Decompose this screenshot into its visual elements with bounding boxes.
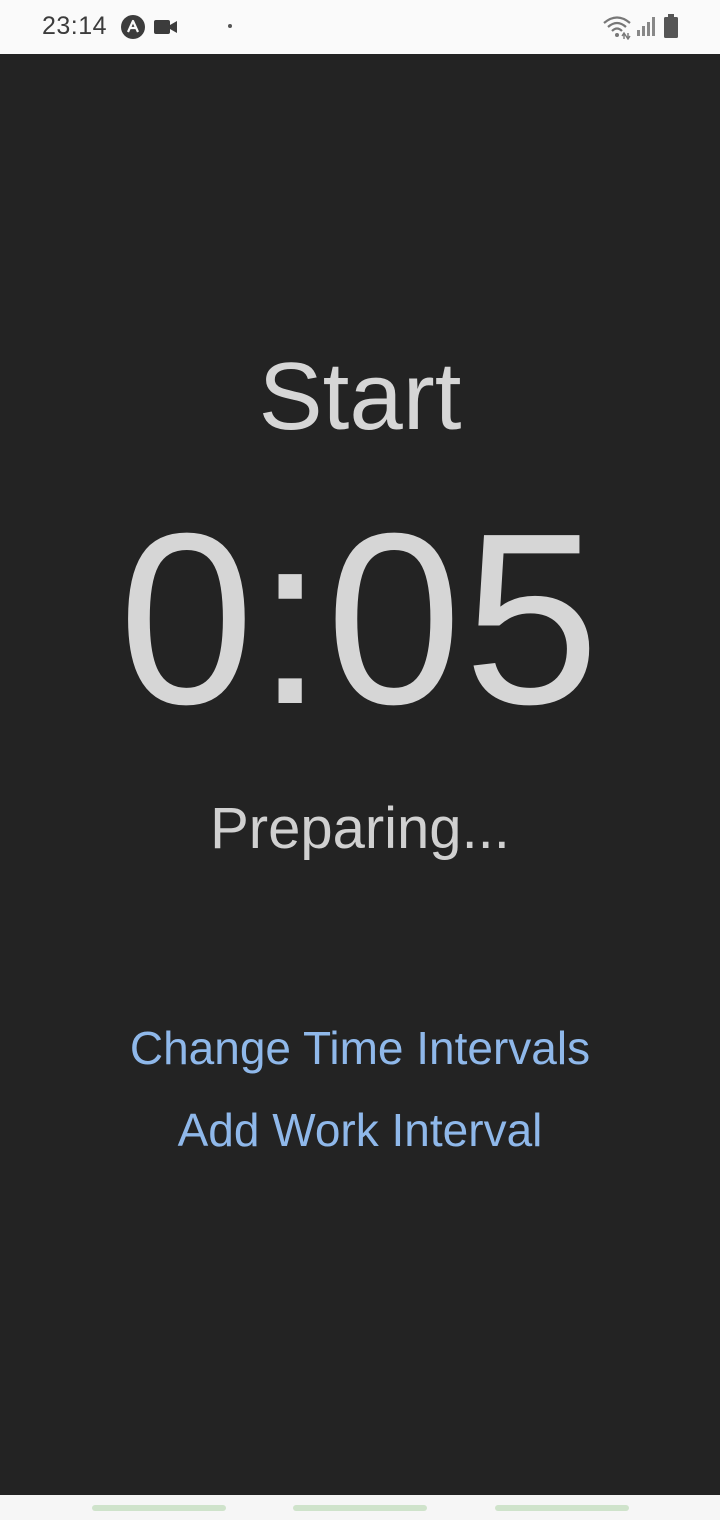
battery-icon [664,14,678,38]
video-camera-icon [154,20,177,34]
dot-icon [228,24,232,28]
timer-screen: Start 0:05 Preparing... Change Time Inte… [0,54,720,1495]
navigation-bar [0,1495,720,1520]
countdown-timer: 0:05 [118,482,602,755]
phase-title: Start [258,343,462,450]
nav-indicator [495,1505,629,1511]
change-time-intervals-link[interactable]: Change Time Intervals [0,1020,720,1076]
timer-status: Preparing... [210,796,510,861]
signal-icon [637,17,655,36]
nav-indicator [92,1505,226,1511]
add-work-interval-link[interactable]: Add Work Interval [0,1102,720,1158]
status-bar: 23:14 [0,0,720,54]
wifi-icon [603,16,631,40]
app-notification-icon [121,15,145,39]
nav-indicator [293,1505,427,1511]
status-time: 23:14 [42,12,108,40]
